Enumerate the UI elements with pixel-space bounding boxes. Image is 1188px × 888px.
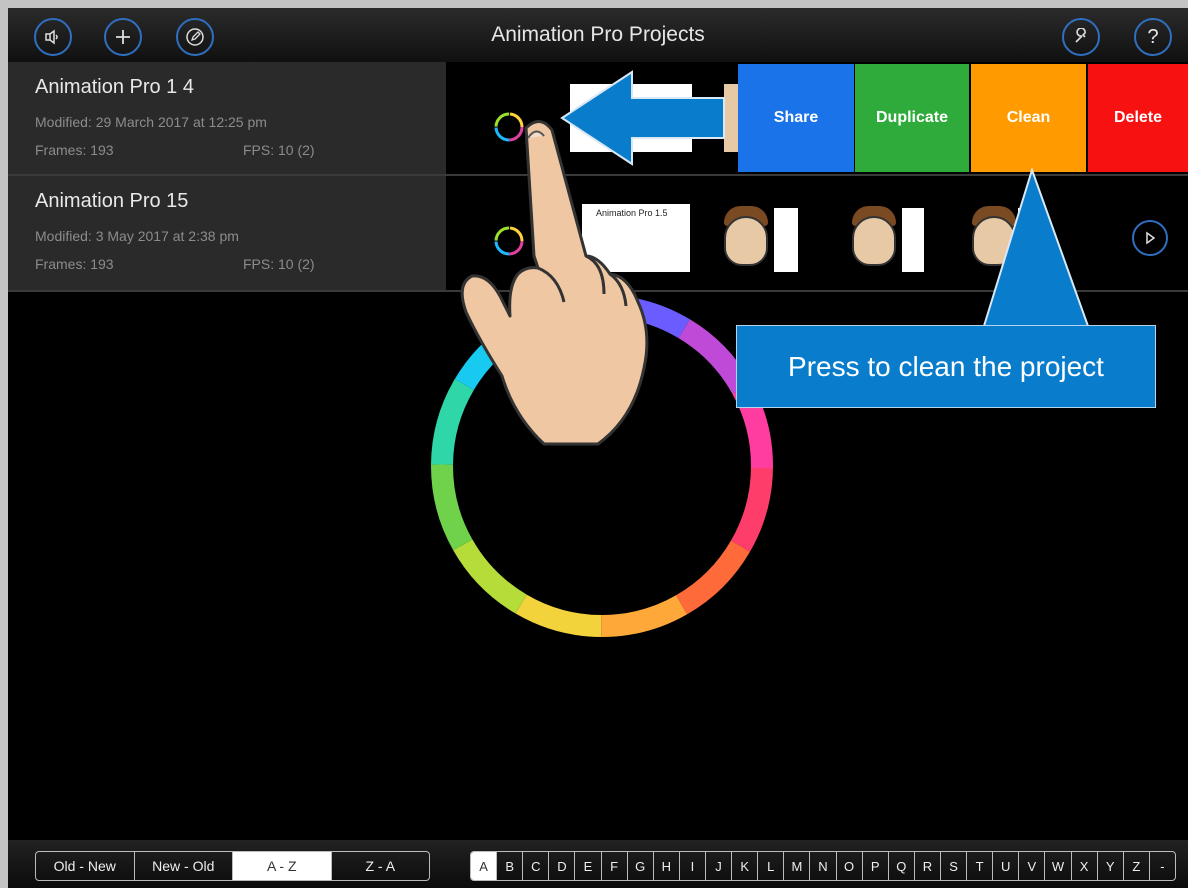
sort-new-old-button[interactable]: New - Old — [135, 852, 233, 880]
project-modified: Modified: 29 March 2017 at 12:25 pm — [35, 114, 267, 130]
app-window: Animation Pro Projects ? Animation Pro 1… — [8, 8, 1188, 888]
frame-thumbnail[interactable] — [720, 204, 810, 272]
sort-segmented-control: Old - New New - Old A - Z Z - A — [35, 851, 430, 881]
project-frames: Frames: 193 — [35, 142, 114, 158]
duplicate-button[interactable]: Duplicate — [855, 64, 969, 172]
letter-button[interactable]: Q — [889, 852, 915, 880]
letter-button[interactable]: T — [967, 852, 994, 880]
letter-button[interactable]: J — [706, 852, 733, 880]
letter-button[interactable]: - — [1150, 852, 1175, 880]
letter-button[interactable]: N — [810, 852, 837, 880]
letter-button[interactable]: M — [784, 852, 811, 880]
letter-button[interactable]: D — [549, 852, 576, 880]
project-fps: FPS: 10 (2) — [243, 142, 315, 158]
letter-button[interactable]: U — [993, 852, 1020, 880]
letter-button[interactable]: W — [1045, 852, 1072, 880]
help-label: ? — [1147, 25, 1159, 48]
project-name: Animation Pro 1 4 — [35, 76, 194, 98]
letter-button[interactable]: K — [732, 852, 759, 880]
bottom-bar: Old - New New - Old A - Z Z - A ABCDEFGH… — [8, 840, 1188, 888]
wrench-icon[interactable] — [1062, 18, 1100, 56]
sort-old-new-button[interactable]: Old - New — [36, 852, 135, 880]
help-icon[interactable]: ? — [1134, 18, 1172, 56]
letter-button[interactable]: I — [680, 852, 706, 880]
project-name: Animation Pro 15 — [35, 190, 189, 212]
callout-pointer — [982, 168, 1090, 327]
letter-button[interactable]: Y — [1098, 852, 1124, 880]
sort-z-a-button[interactable]: Z - A — [332, 852, 430, 880]
letter-button[interactable]: L — [758, 852, 785, 880]
letter-button[interactable]: F — [602, 852, 628, 880]
letter-button[interactable]: X — [1072, 852, 1098, 880]
project-info[interactable]: Animation Pro 1 4 Modified: 29 March 201… — [8, 62, 446, 174]
letter-button[interactable]: B — [497, 852, 524, 880]
letter-button[interactable]: S — [941, 852, 968, 880]
letter-button[interactable]: P — [863, 852, 889, 880]
letter-button[interactable]: Z — [1124, 852, 1150, 880]
letter-button[interactable]: R — [915, 852, 941, 880]
letter-button[interactable]: H — [654, 852, 680, 880]
frame-thumbnail[interactable] — [834, 204, 924, 272]
callout-box: Press to clean the project — [736, 325, 1156, 408]
letter-button[interactable]: G — [628, 852, 654, 880]
project-fps: FPS: 10 (2) — [243, 256, 315, 272]
delete-button[interactable]: Delete — [1088, 64, 1188, 172]
share-button[interactable]: Share — [738, 64, 854, 172]
project-modified: Modified: 3 May 2017 at 2:38 pm — [35, 228, 239, 244]
letter-button[interactable]: V — [1019, 852, 1046, 880]
top-bar: Animation Pro Projects ? — [8, 8, 1188, 62]
pointing-hand-icon — [460, 120, 649, 446]
sort-a-z-button[interactable]: A - Z — [233, 852, 332, 880]
project-info[interactable]: Animation Pro 15 Modified: 3 May 2017 at… — [8, 176, 446, 290]
letter-button[interactable]: O — [837, 852, 863, 880]
page-title: Animation Pro Projects — [491, 23, 705, 46]
project-frames: Frames: 193 — [35, 256, 114, 272]
alphabet-index: ABCDEFGHIJKLMNOPQRSTUVWXYZ- — [470, 851, 1176, 881]
letter-button[interactable]: C — [523, 852, 550, 880]
letter-button[interactable]: E — [575, 852, 602, 880]
letter-button[interactable]: A — [471, 852, 498, 880]
play-button[interactable] — [1132, 220, 1168, 256]
clean-button[interactable]: Clean — [971, 64, 1086, 172]
